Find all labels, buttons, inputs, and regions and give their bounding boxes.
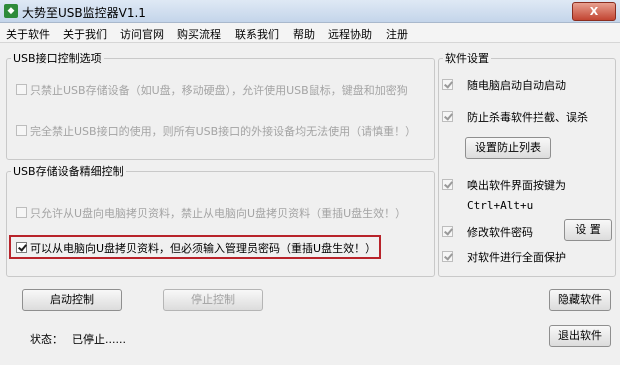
exit-software-button[interactable]: 退出软件 (549, 325, 611, 347)
protect-list-button[interactable]: 设置防止列表 (465, 137, 551, 159)
set-password-button[interactable]: 设 置 (564, 219, 612, 241)
read-only-label: 只允许从U盘向电脑拷贝资料，禁止从电脑向U盘拷贝资料（重插U盘生效！） (30, 207, 407, 220)
start-control-button[interactable]: 启动控制 (22, 289, 122, 311)
menu-about-software[interactable]: 关于软件 (6, 26, 50, 42)
change-password-checkbox[interactable] (442, 226, 453, 237)
menu-about-us[interactable]: 关于我们 (63, 26, 107, 42)
storage-control-legend: USB存储设备精细控制 (13, 165, 124, 178)
menu-help[interactable]: 帮助 (293, 26, 315, 42)
hotkey-label: 唤出软件界面按键为 (467, 179, 566, 192)
usb-options-group: USB接口控制选项 (6, 50, 435, 160)
menu-visit-website[interactable]: 访问官网 (120, 26, 164, 42)
close-button[interactable]: X (572, 2, 616, 21)
app-icon: ◆ (4, 4, 18, 18)
full-protect-checkbox[interactable] (442, 251, 453, 262)
hotkey-value: Ctrl+Alt+u (467, 199, 534, 212)
change-password-label: 修改软件密码 (467, 226, 533, 239)
block-all-usb-checkbox[interactable] (16, 125, 27, 136)
menu-contact[interactable]: 联系我们 (235, 26, 279, 42)
block-all-usb-label: 完全禁止USB接口的使用，则所有USB接口的外接设备均无法使用（请慎重！） (30, 125, 417, 138)
full-protect-label: 对软件进行全面保护 (467, 251, 566, 264)
window-title: 大势至USB监控器V1.1 (22, 6, 146, 20)
menu-register[interactable]: 注册 (386, 26, 408, 42)
menu-purchase[interactable]: 购买流程 (177, 26, 221, 42)
password-copy-label: 可以从电脑向U盘拷贝资料，但必须输入管理员密码（重插U盘生效！） (30, 242, 377, 255)
antivirus-checkbox[interactable] (442, 111, 453, 122)
block-storage-label: 只禁止USB存储设备（如U盘，移动硬盘），允许使用USB鼠标，键盘和加密狗 (30, 84, 408, 97)
settings-legend: 软件设置 (445, 52, 489, 65)
antivirus-label: 防止杀毒软件拦截、误杀 (467, 111, 588, 124)
hotkey-checkbox[interactable] (442, 179, 453, 190)
menu-remote-assist[interactable]: 远程协助 (328, 26, 372, 42)
status-value: 已停止...... (72, 333, 126, 346)
stop-control-button[interactable]: 停止控制 (163, 289, 263, 311)
password-copy-checkbox[interactable] (16, 242, 27, 253)
usb-options-legend: USB接口控制选项 (13, 52, 102, 65)
menu-bar: 关于软件 关于我们 访问官网 购买流程 联系我们 帮助 远程协助 注册 (0, 23, 620, 43)
autostart-label: 随电脑启动自动启动 (467, 79, 566, 92)
block-storage-checkbox[interactable] (16, 84, 27, 95)
status-label: 状态： (30, 333, 63, 346)
hide-software-button[interactable]: 隐藏软件 (549, 289, 611, 311)
autostart-checkbox[interactable] (442, 79, 453, 90)
title-bar: ◆ 大势至USB监控器V1.1 X (0, 0, 620, 23)
read-only-checkbox[interactable] (16, 207, 27, 218)
